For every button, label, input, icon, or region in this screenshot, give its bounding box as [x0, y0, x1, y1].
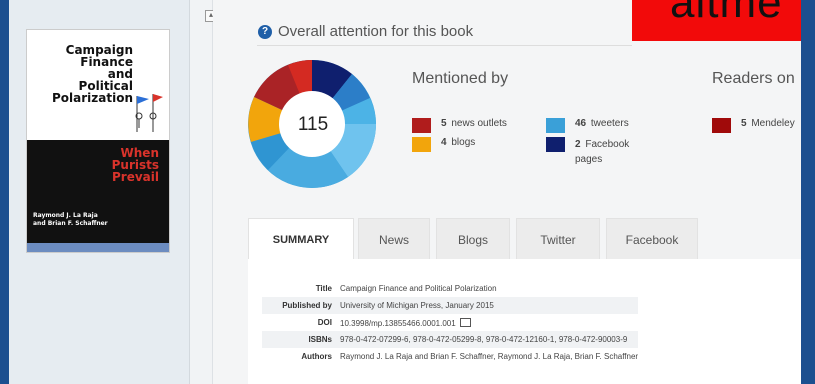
external-link-icon[interactable] — [459, 317, 471, 327]
title-key: Title — [315, 284, 332, 293]
blogs-swatch — [412, 137, 431, 152]
table-row: Authors Raymond J. La Raja and Brian F. … — [262, 348, 638, 365]
panel-gutter — [190, 0, 213, 384]
title-value: Campaign Finance and Political Polarizat… — [340, 284, 497, 293]
table-row: Published by University of Michigan Pres… — [262, 297, 639, 314]
mentioned-by-title: Mentioned by — [412, 70, 509, 87]
cover-stripe — [27, 243, 169, 252]
readers-on-title: Readers on — [712, 70, 795, 87]
question-circle-icon[interactable]: ? — [258, 25, 272, 39]
window-left-border — [0, 0, 9, 384]
cover-authors: Raymond J. La Raja and Brian F. Schaffne… — [33, 212, 108, 227]
attention-score: 115 — [297, 114, 329, 135]
cover-title: Campaign Finance and Political Polarizat… — [52, 43, 133, 105]
news-swatch — [412, 118, 431, 133]
window-right-border — [801, 0, 815, 384]
cover-bottom: When Purists Prevail Raymond J. La Raja … — [27, 140, 169, 243]
facebook-swatch — [546, 137, 565, 152]
publisher-key: Published by — [262, 297, 340, 314]
legend-tweeters[interactable]: 46 tweeters — [546, 118, 629, 133]
authors-value: Raymond J. La Raja and Brian F. Schaffne… — [340, 352, 639, 361]
mendeley-swatch — [712, 118, 731, 133]
tab-news[interactable]: News — [358, 218, 430, 259]
isbns-key: ISBNs — [262, 331, 340, 348]
doi-key: DOI — [317, 318, 332, 327]
legend-blogs[interactable]: 4 blogs — [412, 137, 475, 152]
book-cover[interactable]: Campaign Finance and Political Polarizat… — [27, 30, 169, 252]
doi-link[interactable]: 10.3998/mp.13855466.0001.001 — [340, 319, 456, 328]
tab-facebook[interactable]: Facebook — [606, 218, 698, 259]
authors-key: Authors — [301, 352, 332, 361]
publisher-value: University of Michigan Press, January 20… — [340, 297, 639, 314]
legend-news[interactable]: 5 news outlets — [412, 118, 507, 133]
banner-text: altme — [670, 0, 783, 27]
tab-summary[interactable]: SUMMARY — [248, 218, 354, 259]
cover-subtitle: When Purists Prevail — [111, 146, 159, 184]
tab-blogs[interactable]: Blogs — [436, 218, 510, 259]
table-row: Title Campaign Finance and Political Pol… — [262, 280, 638, 297]
table-row: ISBNs 978-0-472-07299-6, 978-0-472-05299… — [262, 331, 639, 348]
legend-mendeley[interactable]: 5 Mendeley — [712, 118, 795, 133]
isbns-value: 978-0-472-07299-6, 978-0-472-05299-8, 97… — [340, 331, 639, 348]
table-row: DOI 10.3998/mp.13855466.0001.001 — [262, 314, 638, 331]
attention-title: Overall attention for this book — [278, 23, 474, 40]
summary-table: Title Campaign Finance and Political Pol… — [262, 280, 639, 365]
cover-top: Campaign Finance and Political Polarizat… — [27, 30, 169, 140]
tweeters-swatch — [546, 118, 565, 133]
flags-illustration-icon — [135, 94, 163, 132]
legend-facebook[interactable]: 2 Facebook pages — [546, 137, 647, 167]
tab-twitter[interactable]: Twitter — [516, 218, 600, 259]
altmetric-banner: altme — [632, 0, 801, 41]
divider — [257, 45, 632, 46]
